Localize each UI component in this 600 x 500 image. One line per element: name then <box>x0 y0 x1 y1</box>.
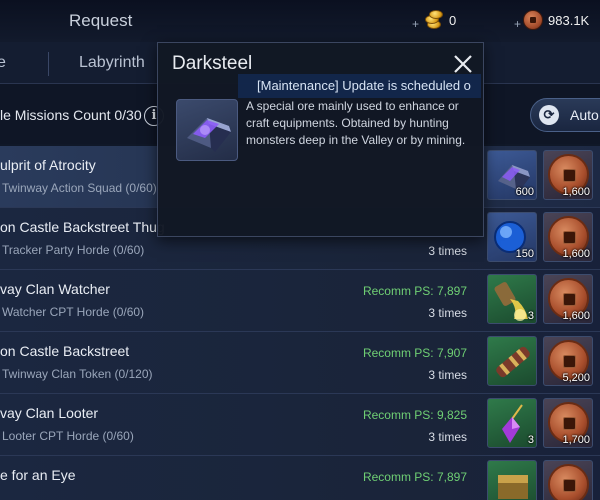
reward-qty: 1,700 <box>562 434 590 446</box>
mission-target: Watcher CPT Horde (0/60) <box>2 305 145 319</box>
mission-row[interactable]: on Castle Backstreet Twinway Clan Token … <box>0 332 600 394</box>
reward-qty: 150 <box>515 248 534 260</box>
reward-qty: 3 <box>527 310 534 322</box>
recommended-ps: Recomm PS: 9,825 <box>362 408 467 422</box>
mission-row[interactable]: vay Clan Looter Looter CPT Horde (0/60) … <box>0 394 600 456</box>
ticker-text: [Maintenance] Update is scheduled o <box>257 78 471 93</box>
copper-coin-icon <box>523 10 544 30</box>
reward-qty: 600 <box>515 186 534 198</box>
reward-slot[interactable]: 3 <box>487 274 537 324</box>
scroll-icon <box>496 346 530 378</box>
maintenance-ticker[interactable]: [Maintenance] Update is scheduled o <box>238 74 481 98</box>
reward-slot[interactable]: 5,200 <box>543 336 593 386</box>
mission-times: 3 times <box>428 306 467 320</box>
reward-slot[interactable]: 150 <box>487 212 537 262</box>
mission-title: vay Clan Looter <box>0 405 99 421</box>
recommended-ps: Recomm PS: 7,907 <box>362 346 467 360</box>
reward-slot[interactable]: 1,700 <box>543 398 593 448</box>
reward-slot[interactable]: 1,600 <box>543 274 593 324</box>
mission-title: ulprit of Atrocity <box>0 157 96 173</box>
reward-slot[interactable]: 3 <box>487 398 537 448</box>
copper-resource[interactable]: + 983.1K <box>514 8 589 32</box>
item-icon-frame <box>176 99 238 161</box>
mission-times: 3 times <box>428 368 467 382</box>
mission-target: Twinway Clan Token (0/120) <box>2 367 153 381</box>
reward-qty: 1,600 <box>562 310 590 322</box>
gold-coins-icon <box>421 9 445 31</box>
recommended-ps: Recomm PS: 7,897 <box>362 284 467 298</box>
tab-divider <box>48 52 49 76</box>
reward-qty: 5,200 <box>562 372 590 384</box>
mission-times: 3 times <box>428 244 467 258</box>
auto-button[interactable]: ⟳ Auto <box>530 98 600 132</box>
mission-title: on Castle Backstreet Thug <box>0 219 165 235</box>
mission-target: Twinway Action Squad (0/60) <box>2 181 157 195</box>
reward-slot[interactable]: 1,600 <box>543 212 593 262</box>
reward-slot[interactable] <box>543 460 593 500</box>
item-description: A special ore mainly used to enhance or … <box>246 99 466 147</box>
item-detail-popup: Darksteel A special ore mainly used to e… <box>157 42 484 237</box>
reward-slot[interactable]: 1,600 <box>543 150 593 200</box>
refresh-icon: ⟳ <box>539 105 559 125</box>
mission-row[interactable]: vay Clan Watcher Watcher CPT Horde (0/60… <box>0 270 600 332</box>
recommended-ps: Recomm PS: 7,897 <box>362 470 467 484</box>
reward-slot[interactable]: 600 <box>487 150 537 200</box>
reward-qty: 1,600 <box>562 248 590 260</box>
copper-coin-icon <box>548 464 589 500</box>
mission-title: vay Clan Watcher <box>0 281 110 297</box>
missions-count: le Missions Count 0/30 <box>0 107 142 123</box>
mission-title: e for an Eye <box>0 467 76 483</box>
tab-partial[interactable]: e <box>0 54 6 72</box>
mission-target: Tracker Party Horde (0/60) <box>2 243 145 257</box>
add-gold-plus[interactable]: + <box>412 17 419 31</box>
gold-value: 0 <box>449 12 457 28</box>
mission-target: Looter CPT Horde (0/60) <box>2 429 134 443</box>
add-copper-plus[interactable]: + <box>514 17 521 31</box>
reward-qty: 3 <box>527 434 534 446</box>
top-bar: Request + 0 + 983.1K <box>0 0 600 42</box>
gold-resource[interactable]: + 0 <box>412 8 456 32</box>
popup-title: Darksteel <box>172 53 253 74</box>
tab-labyrinth[interactable]: Labyrinth <box>79 54 145 72</box>
chest-icon <box>498 475 528 499</box>
mission-title: on Castle Backstreet <box>0 343 130 359</box>
mission-row[interactable]: e for an Eye Recomm PS: 7,897 <box>0 456 600 500</box>
mission-times: 3 times <box>428 430 467 444</box>
darksteel-ore-icon <box>187 118 231 152</box>
auto-button-label: Auto <box>570 107 599 123</box>
reward-qty: 1,600 <box>562 186 590 198</box>
reward-slot[interactable] <box>487 460 537 500</box>
copper-value: 983.1K <box>548 12 590 28</box>
reward-slot[interactable] <box>487 336 537 386</box>
page-title: Request <box>69 11 133 30</box>
